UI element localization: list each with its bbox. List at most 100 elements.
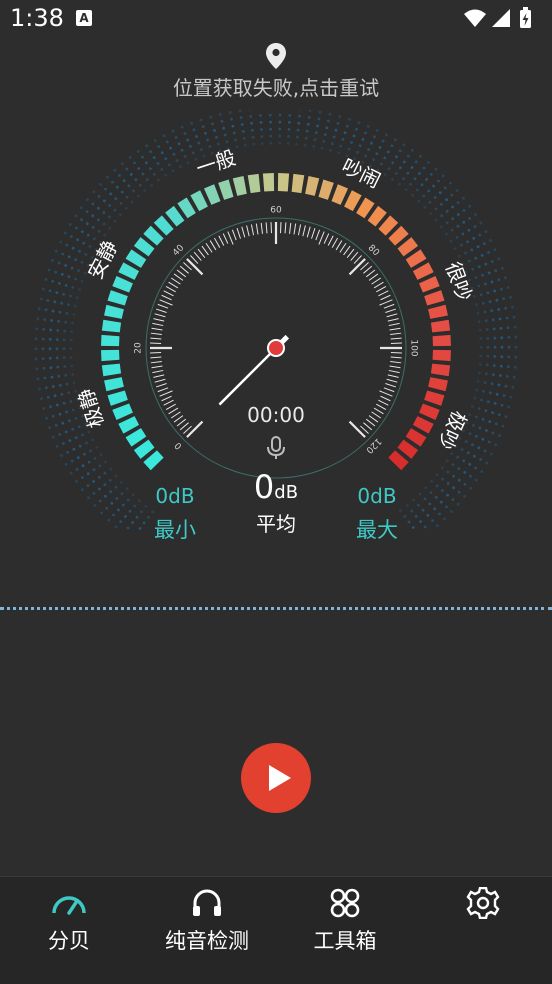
gauge-tick (158, 304, 168, 308)
halo-dot (424, 206, 427, 209)
gauge-tick (152, 328, 163, 330)
halo-dot (418, 172, 421, 175)
halo-dot (70, 347, 73, 350)
gauge-tick (177, 419, 186, 426)
halo-dot (473, 455, 476, 458)
halo-dot (161, 151, 164, 154)
halo-dot (477, 380, 480, 383)
halo-dot (278, 128, 281, 131)
halo-dot (391, 161, 394, 164)
halo-dot (479, 363, 482, 366)
gauge-segment (102, 364, 121, 377)
halo-dot (108, 216, 111, 219)
halo-dot (80, 218, 83, 221)
halo-dot (315, 131, 318, 134)
halo-dot (427, 161, 430, 164)
stat-min-label: 最小 (135, 514, 215, 544)
gauge-segment (104, 377, 124, 391)
halo-dot (61, 253, 64, 256)
halo-dot (49, 289, 52, 292)
stat-avg: 0dB 平均 (226, 468, 326, 537)
gauge-tick (366, 270, 375, 277)
halo-dot (278, 142, 281, 145)
halo-dot (463, 495, 466, 498)
halo-dot (466, 240, 469, 243)
stat-max-value: 0dB (337, 484, 417, 508)
halo-dot (172, 130, 175, 133)
gauge-segment (204, 184, 221, 205)
gauge-tick (374, 282, 383, 288)
halo-dot (114, 475, 117, 478)
halo-dot (70, 235, 73, 238)
halo-dot (110, 502, 113, 505)
halo-dot (89, 245, 92, 248)
halo-dot (94, 504, 97, 507)
halo-dot (308, 116, 311, 119)
gauge-segment (413, 416, 434, 434)
halo-dot (52, 436, 55, 439)
gauge-tick (166, 286, 176, 291)
halo-dot (394, 138, 397, 141)
halo-dot (329, 113, 332, 116)
gauge-segment (104, 305, 124, 319)
halo-dot (457, 467, 460, 470)
halo-dot (87, 472, 90, 475)
halo-dot (500, 288, 503, 291)
gauge-tick (169, 282, 178, 288)
nav-item-toolbox[interactable]: 工具箱 (276, 877, 414, 984)
stat-avg-value-row: 0dB (226, 468, 326, 506)
halo-dot (270, 142, 273, 145)
halo-dot (346, 125, 349, 128)
nav-item-settings[interactable] (414, 877, 552, 984)
halo-dot (65, 463, 68, 466)
halo-dot (127, 499, 130, 502)
halo-dot (63, 356, 66, 359)
gauge-tick (378, 400, 388, 405)
halo-dot (478, 265, 481, 268)
halo-dot (64, 374, 67, 377)
halo-dot (204, 132, 207, 135)
gauge-tick (164, 291, 174, 296)
halo-dot (486, 328, 489, 331)
halo-dot (42, 328, 45, 331)
stat-avg-label: 平均 (226, 508, 326, 537)
halo-dot (75, 480, 78, 483)
halo-dot (450, 194, 453, 197)
halo-dot (72, 409, 75, 412)
halo-dot (379, 146, 382, 149)
halo-dot (105, 507, 108, 510)
halo-dot (474, 225, 477, 228)
nav-item-decibel[interactable]: 分贝 (0, 877, 138, 984)
halo-dot (375, 152, 378, 155)
halo-dot (493, 364, 496, 367)
halo-dot (103, 211, 106, 214)
halo-dot (121, 492, 124, 495)
location-retry-text[interactable]: 位置获取失败,点击重试 (0, 72, 552, 101)
gauge-tick (223, 234, 228, 244)
halo-dot (81, 488, 84, 491)
halo-dot (48, 269, 51, 272)
halo-dot (395, 155, 398, 158)
halo-dot (403, 144, 406, 147)
halo-dot (221, 120, 224, 123)
halo-dot (364, 155, 367, 158)
gauge-tick (160, 300, 173, 305)
halo-dot (40, 397, 43, 400)
gauge-tick (210, 241, 216, 250)
halo-dot (473, 397, 476, 400)
gauge-tick (369, 274, 378, 280)
play-button[interactable] (241, 743, 311, 813)
halo-dot (429, 212, 432, 215)
halo-dot (122, 504, 125, 507)
halo-dot (186, 139, 189, 142)
location-bar[interactable] (0, 42, 552, 74)
nav-item-tone-test[interactable]: 纯音检测 (138, 877, 276, 984)
halo-dot (79, 445, 82, 448)
halo-dot (319, 111, 322, 114)
halo-dot (399, 149, 402, 152)
gauge-tick (374, 408, 383, 414)
gauge-tick (206, 243, 212, 252)
halo-dot (338, 115, 341, 118)
halo-dot (485, 319, 488, 322)
halo-dot (65, 431, 68, 434)
